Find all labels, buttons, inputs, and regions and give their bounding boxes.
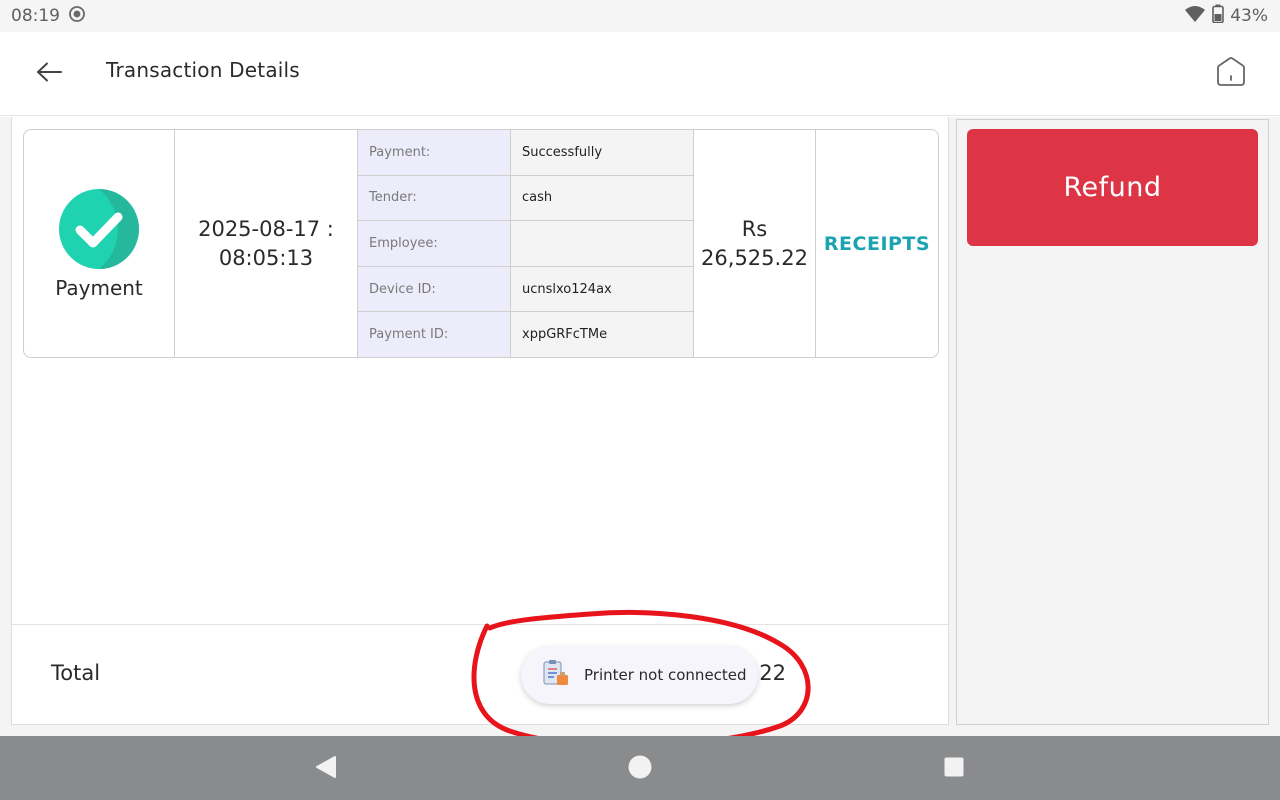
- detail-value: ucnslxo124ax: [511, 266, 693, 312]
- square-recents-icon: [943, 756, 965, 782]
- transaction-type-label: Payment: [55, 275, 143, 300]
- home-button[interactable]: [1213, 56, 1249, 92]
- detail-row-payment: Payment: Successfully: [358, 130, 693, 176]
- detail-key: Employee:: [358, 221, 511, 266]
- transaction-card: Payment 2025-08-17 : 08:05:13 Payment: S…: [23, 129, 939, 358]
- amount-value: 26,525.22: [701, 245, 808, 270]
- amount-currency: Rs: [741, 216, 768, 241]
- nav-home-button[interactable]: [627, 754, 653, 784]
- detail-value: [511, 221, 693, 266]
- total-label: Total: [51, 661, 101, 685]
- arrow-left-icon: [35, 62, 63, 86]
- home-icon: [1215, 56, 1247, 92]
- battery-icon: [1212, 4, 1225, 28]
- nav-recents-button[interactable]: [941, 756, 967, 782]
- detail-row-payment-id: Payment ID: xppGRFcTMe: [358, 312, 693, 357]
- transaction-amount: Rs 26,525.22: [694, 130, 816, 357]
- app-bar: Transaction Details: [0, 32, 1280, 116]
- page-title: Transaction Details: [106, 58, 300, 82]
- detail-value: Successfully: [511, 130, 693, 175]
- wifi-icon: [1184, 5, 1206, 28]
- clipboard-icon: [541, 658, 571, 692]
- total-row: Total .22: [12, 624, 948, 724]
- transaction-type-cell: Payment: [24, 130, 175, 357]
- detail-row-tender: Tender: cash: [358, 175, 693, 222]
- status-bar: 08:19 43%: [0, 0, 1280, 32]
- nav-back-button[interactable]: [313, 756, 339, 782]
- receipts-button[interactable]: RECEIPTS: [816, 130, 938, 357]
- transaction-datetime: 2025-08-17 : 08:05:13: [175, 130, 358, 357]
- detail-row-device-id: Device ID: ucnslxo124ax: [358, 266, 693, 313]
- status-time: 08:19: [11, 6, 60, 26]
- circle-home-icon: [627, 754, 653, 784]
- detail-value: cash: [511, 175, 693, 221]
- transaction-time: 08:05:13: [218, 245, 314, 270]
- battery-percent: 43%: [1230, 6, 1268, 26]
- detail-row-employee: Employee:: [358, 221, 693, 267]
- detail-value: xppGRFcTMe: [511, 312, 693, 357]
- detail-key: Device ID:: [358, 266, 511, 312]
- refund-button[interactable]: Refund: [967, 129, 1258, 246]
- success-check-icon: [58, 188, 140, 270]
- toast-notification: Printer not connected: [521, 646, 758, 704]
- detail-key: Tender:: [358, 175, 511, 221]
- back-button[interactable]: [33, 58, 65, 90]
- actions-panel: Refund: [956, 119, 1269, 725]
- toast-message: Printer not connected: [584, 666, 747, 684]
- detail-key: Payment:: [358, 130, 511, 175]
- transaction-date: 2025-08-17 :: [198, 216, 334, 241]
- recording-icon: [68, 5, 86, 28]
- detail-key: Payment ID:: [358, 312, 511, 357]
- transaction-panel: Payment 2025-08-17 : 08:05:13 Payment: S…: [11, 117, 949, 725]
- triangle-back-icon: [314, 755, 338, 783]
- transaction-details-table: Payment: Successfully Tender: cash Emplo…: [358, 130, 694, 357]
- navigation-bar: [0, 736, 1280, 800]
